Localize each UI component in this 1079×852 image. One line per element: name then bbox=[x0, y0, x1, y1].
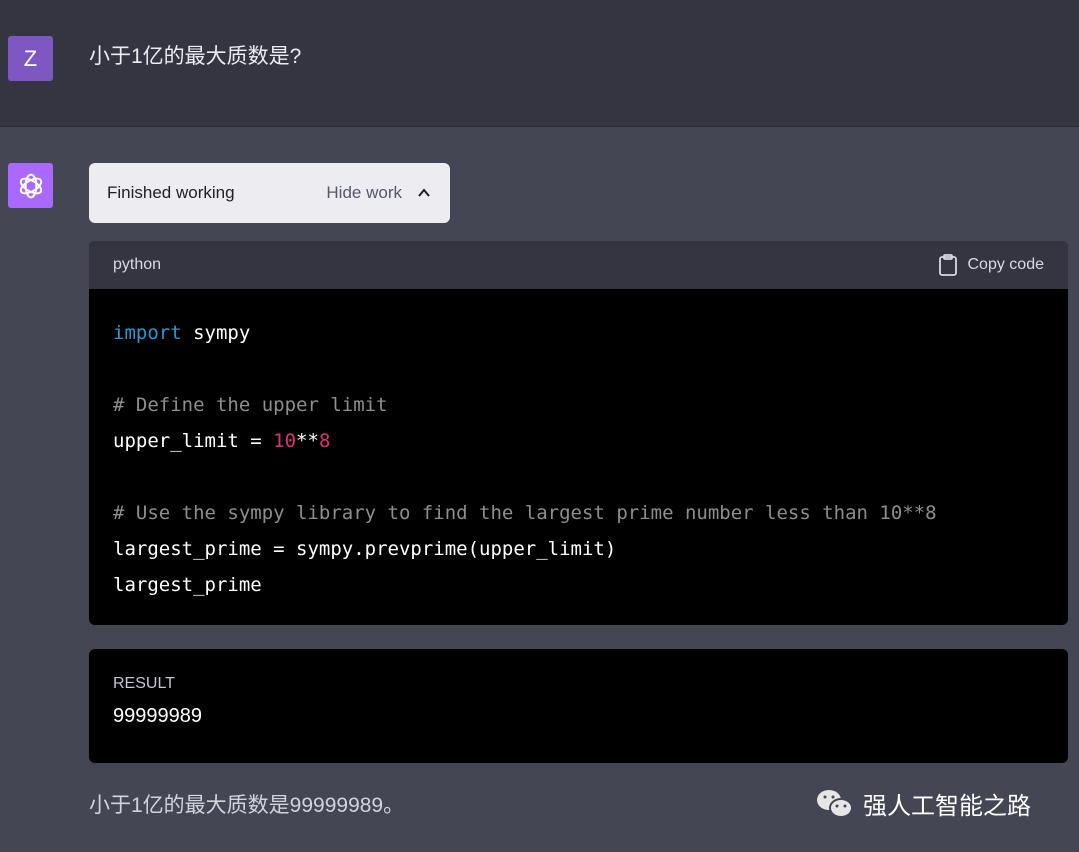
code-line: largest_prime bbox=[113, 567, 1044, 603]
wechat-icon bbox=[817, 789, 853, 818]
code-text: largest_prime = sympy.prevprime(upper_li… bbox=[113, 538, 617, 560]
code-text: upper_limit = bbox=[113, 430, 274, 452]
assistant-avatar bbox=[8, 163, 53, 208]
user-message-row: Z 小于1亿的最大质数是? bbox=[0, 0, 1079, 127]
openai-logo-icon bbox=[19, 173, 42, 198]
clipboard-icon bbox=[938, 254, 957, 276]
code-block: python Copy code import sympy # Define t… bbox=[89, 241, 1068, 625]
work-status-label: Finished working bbox=[107, 183, 235, 202]
copy-code-label: Copy code bbox=[967, 256, 1045, 273]
code-keyword: import bbox=[113, 322, 182, 344]
hide-work-button[interactable]: Hide work bbox=[326, 183, 402, 203]
code-language: python bbox=[113, 256, 162, 273]
code-content: import sympy # Define the upper limit upp… bbox=[89, 289, 1068, 625]
code-comment: # Define the upper limit bbox=[113, 394, 388, 416]
code-comment: # Use the sympy library to find the larg… bbox=[113, 502, 937, 524]
code-header: python Copy code bbox=[89, 241, 1068, 289]
user-message-text: 小于1亿的最大质数是? bbox=[89, 45, 302, 68]
code-line: # Use the sympy library to find the larg… bbox=[113, 495, 1044, 531]
result-label: RESULT bbox=[113, 675, 175, 692]
code-text: largest_prime bbox=[113, 574, 262, 596]
user-avatar: Z bbox=[8, 36, 53, 81]
code-text: ** bbox=[296, 430, 319, 452]
work-status-bar: Finished working Hide work bbox=[89, 163, 450, 223]
watermark-text: 强人工智能之路 bbox=[863, 793, 1031, 820]
code-text: sympy bbox=[181, 322, 251, 344]
assistant-answer-text: 小于1亿的最大质数是99999989。 bbox=[89, 794, 405, 817]
chevron-up-icon[interactable] bbox=[416, 185, 432, 201]
code-line: upper_limit = 10**8 bbox=[113, 423, 1044, 459]
code-line: largest_prime = sympy.prevprime(upper_li… bbox=[113, 531, 1044, 567]
code-number: 10 bbox=[273, 430, 297, 452]
code-line: import sympy bbox=[113, 315, 1044, 351]
copy-code-button[interactable]: Copy code bbox=[938, 254, 1045, 276]
code-line: # Define the upper limit bbox=[113, 387, 1044, 423]
user-avatar-letter: Z bbox=[23, 45, 38, 71]
result-value: 99999989 bbox=[113, 705, 202, 727]
result-box: RESULT 99999989 bbox=[89, 649, 1068, 763]
watermark: 强人工智能之路 bbox=[815, 786, 1031, 821]
code-number: 8 bbox=[318, 430, 331, 452]
